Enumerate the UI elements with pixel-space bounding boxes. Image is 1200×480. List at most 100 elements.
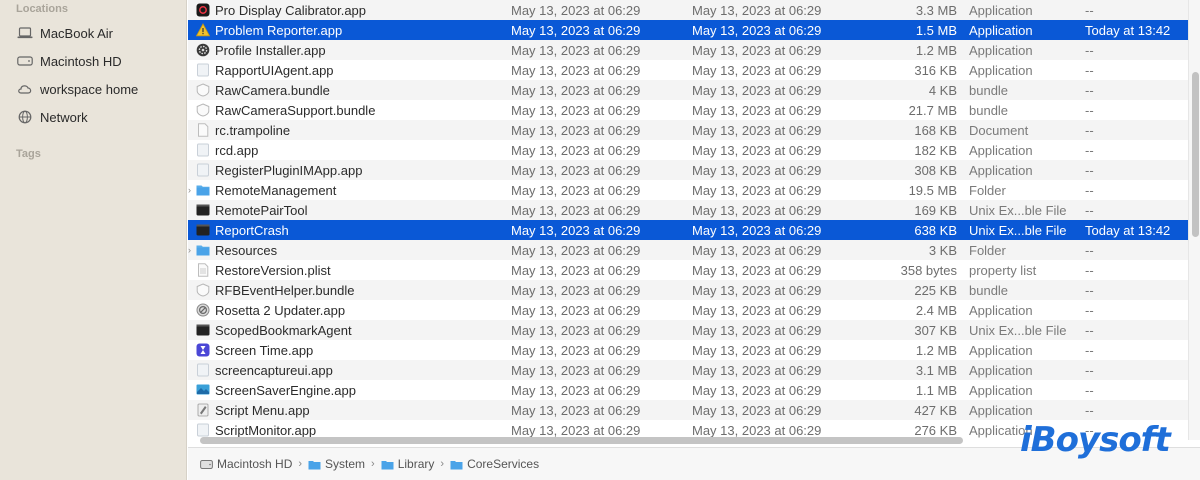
file-row[interactable]: RawCameraSupport.bundle May 13, 2023 at 0… — [188, 100, 1188, 120]
file-name: ScriptMonitor.app — [215, 422, 317, 438]
path-crumb-label: CoreServices — [467, 457, 540, 471]
date-last-opened: -- — [1085, 62, 1094, 78]
disclosure-triangle-icon[interactable]: › — [188, 185, 194, 195]
file-kind: Application — [969, 22, 1033, 38]
sidebar-item-network[interactable]: Network — [16, 106, 181, 128]
date-created: May 13, 2023 at 06:29 — [692, 2, 822, 18]
file-kind: bundle — [969, 82, 1009, 98]
file-name: Resources — [215, 242, 278, 258]
file-row[interactable]: screencaptureui.app May 13, 2023 at 06:29… — [188, 360, 1188, 380]
date-last-opened: -- — [1085, 262, 1094, 278]
date-created: May 13, 2023 at 06:29 — [692, 22, 822, 38]
horizontal-scrollbar-thumb[interactable] — [200, 437, 963, 444]
file-row[interactable]: RapportUIAgent.app May 13, 2023 at 06:29 M… — [188, 60, 1188, 80]
generic-app-icon — [196, 363, 210, 377]
vertical-scrollbar[interactable] — [1188, 0, 1200, 440]
date-last-opened: -- — [1085, 342, 1094, 358]
date-last-opened: -- — [1085, 122, 1094, 138]
path-crumb-label: Macintosh HD — [217, 457, 293, 471]
date-modified: May 13, 2023 at 06:29 — [511, 162, 641, 178]
file-row[interactable]: RFBEventHelper.bundle May 13, 2023 at 06:… — [188, 280, 1188, 300]
bundle-icon — [196, 283, 210, 297]
date-created: May 13, 2023 at 06:29 — [692, 342, 822, 358]
file-row[interactable]: rcd.app May 13, 2023 at 06:29 May 13, 2023… — [188, 140, 1188, 160]
disk-icon — [200, 459, 213, 469]
file-row[interactable]: Screen Time.app May 13, 2023 at 06:29 May … — [188, 340, 1188, 360]
file-row[interactable]: RestoreVersion.plist May 13, 2023 at 06:2… — [188, 260, 1188, 280]
file-row[interactable]: Problem Reporter.app May 13, 2023 at 06:2… — [188, 20, 1188, 40]
path-crumb-macintosh-hd[interactable]: Macintosh HD — [200, 457, 292, 471]
file-size: 3 KB — [928, 242, 957, 258]
file-size: 182 KB — [914, 142, 957, 158]
file-name: Screen Time.app — [215, 342, 314, 358]
disclosure-triangle-icon[interactable]: › — [188, 245, 194, 255]
file-kind: Folder — [969, 242, 1006, 258]
disk-icon — [16, 54, 34, 68]
folder-icon — [196, 243, 210, 257]
path-separator: › — [371, 458, 375, 470]
date-last-opened: -- — [1085, 162, 1094, 178]
date-created: May 13, 2023 at 06:29 — [692, 202, 822, 218]
date-last-opened: Today at 13:42 — [1085, 222, 1171, 238]
path-crumb-library[interactable]: Library — [381, 457, 434, 471]
date-created: May 13, 2023 at 06:29 — [692, 142, 822, 158]
sidebar-section-locations: Locations — [16, 3, 68, 15]
document-icon — [196, 123, 210, 137]
date-created: May 13, 2023 at 06:29 — [692, 322, 822, 338]
file-row[interactable]: ReportCrash May 13, 2023 at 06:29 May 13, … — [188, 220, 1188, 240]
file-row[interactable]: Pro Display Calibrator.app May 13, 2023 a… — [188, 0, 1188, 20]
sidebar-item-label: MacBook Air — [40, 25, 113, 41]
folder-icon — [308, 460, 321, 469]
file-row[interactable]: › Resources May 13, 2023 at 06:29 May 13, 2… — [188, 240, 1188, 260]
generic-app-icon — [196, 423, 210, 437]
date-last-opened: -- — [1085, 402, 1094, 418]
sidebar-item-workspace-home[interactable]: workspace home — [16, 78, 181, 100]
screensaver-icon — [196, 383, 210, 397]
file-kind: Unix Ex...ble File — [969, 322, 1067, 338]
date-last-opened: -- — [1085, 382, 1094, 398]
file-kind: property list — [969, 262, 1037, 278]
file-row[interactable]: RawCamera.bundle May 13, 2023 at 06:29 May… — [188, 80, 1188, 100]
file-name: RemoteManagement — [215, 182, 337, 198]
path-crumb-system[interactable]: System — [308, 457, 365, 471]
date-last-opened: -- — [1085, 142, 1094, 158]
warning-triangle-icon — [195, 23, 211, 37]
vertical-scrollbar-thumb[interactable] — [1192, 72, 1199, 237]
file-name: Rosetta 2 Updater.app — [215, 302, 346, 318]
file-row[interactable]: ScopedBookmarkAgent May 13, 2023 at 06:29… — [188, 320, 1188, 340]
date-created: May 13, 2023 at 06:29 — [692, 222, 822, 238]
globe-icon — [16, 110, 34, 124]
path-crumb-coreservices[interactable]: CoreServices — [450, 457, 539, 471]
date-last-opened: -- — [1085, 302, 1094, 318]
file-row[interactable]: ScreenSaverEngine.app May 13, 2023 at 06:… — [188, 380, 1188, 400]
bundle-icon — [196, 103, 210, 117]
generic-app-icon — [196, 143, 210, 157]
date-modified: May 13, 2023 at 06:29 — [511, 122, 641, 138]
file-name: RawCameraSupport.bundle — [215, 102, 376, 118]
date-created: May 13, 2023 at 06:29 — [692, 102, 822, 118]
date-modified: May 13, 2023 at 06:29 — [511, 222, 641, 238]
sidebar-item-macbook-air[interactable]: MacBook Air — [16, 22, 181, 44]
file-row[interactable]: Profile Installer.app May 13, 2023 at 06:… — [188, 40, 1188, 60]
date-modified: May 13, 2023 at 06:29 — [511, 202, 641, 218]
file-size: 2.4 MB — [915, 302, 957, 318]
file-row[interactable]: Rosetta 2 Updater.app May 13, 2023 at 06:… — [188, 300, 1188, 320]
network-drive-icon — [16, 82, 34, 96]
file-size: 19.5 MB — [908, 182, 957, 198]
file-row[interactable]: RegisterPluginIMApp.app May 13, 2023 at 0… — [188, 160, 1188, 180]
date-created: May 13, 2023 at 06:29 — [692, 242, 822, 258]
generic-app-icon — [196, 63, 210, 77]
terminal-icon — [196, 203, 210, 217]
file-row[interactable]: RemotePairTool May 13, 2023 at 06:29 May 1… — [188, 200, 1188, 220]
generic-app-icon — [196, 163, 210, 177]
file-row[interactable]: Script Menu.app May 13, 2023 at 06:29 May … — [188, 400, 1188, 420]
sidebar-item-macintosh-hd[interactable]: Macintosh HD — [16, 50, 181, 72]
folder-icon — [196, 183, 210, 197]
file-name: Profile Installer.app — [215, 42, 326, 58]
date-modified: May 13, 2023 at 06:29 — [511, 282, 641, 298]
file-kind: Application — [969, 62, 1033, 78]
file-row[interactable]: › RemoteManagement May 13, 2023 at 06:29 Ma… — [188, 180, 1188, 200]
date-last-opened: -- — [1085, 82, 1094, 98]
prohibited-app-icon — [196, 303, 210, 317]
file-row[interactable]: rc.trampoline May 13, 2023 at 06:29 May 13… — [188, 120, 1188, 140]
